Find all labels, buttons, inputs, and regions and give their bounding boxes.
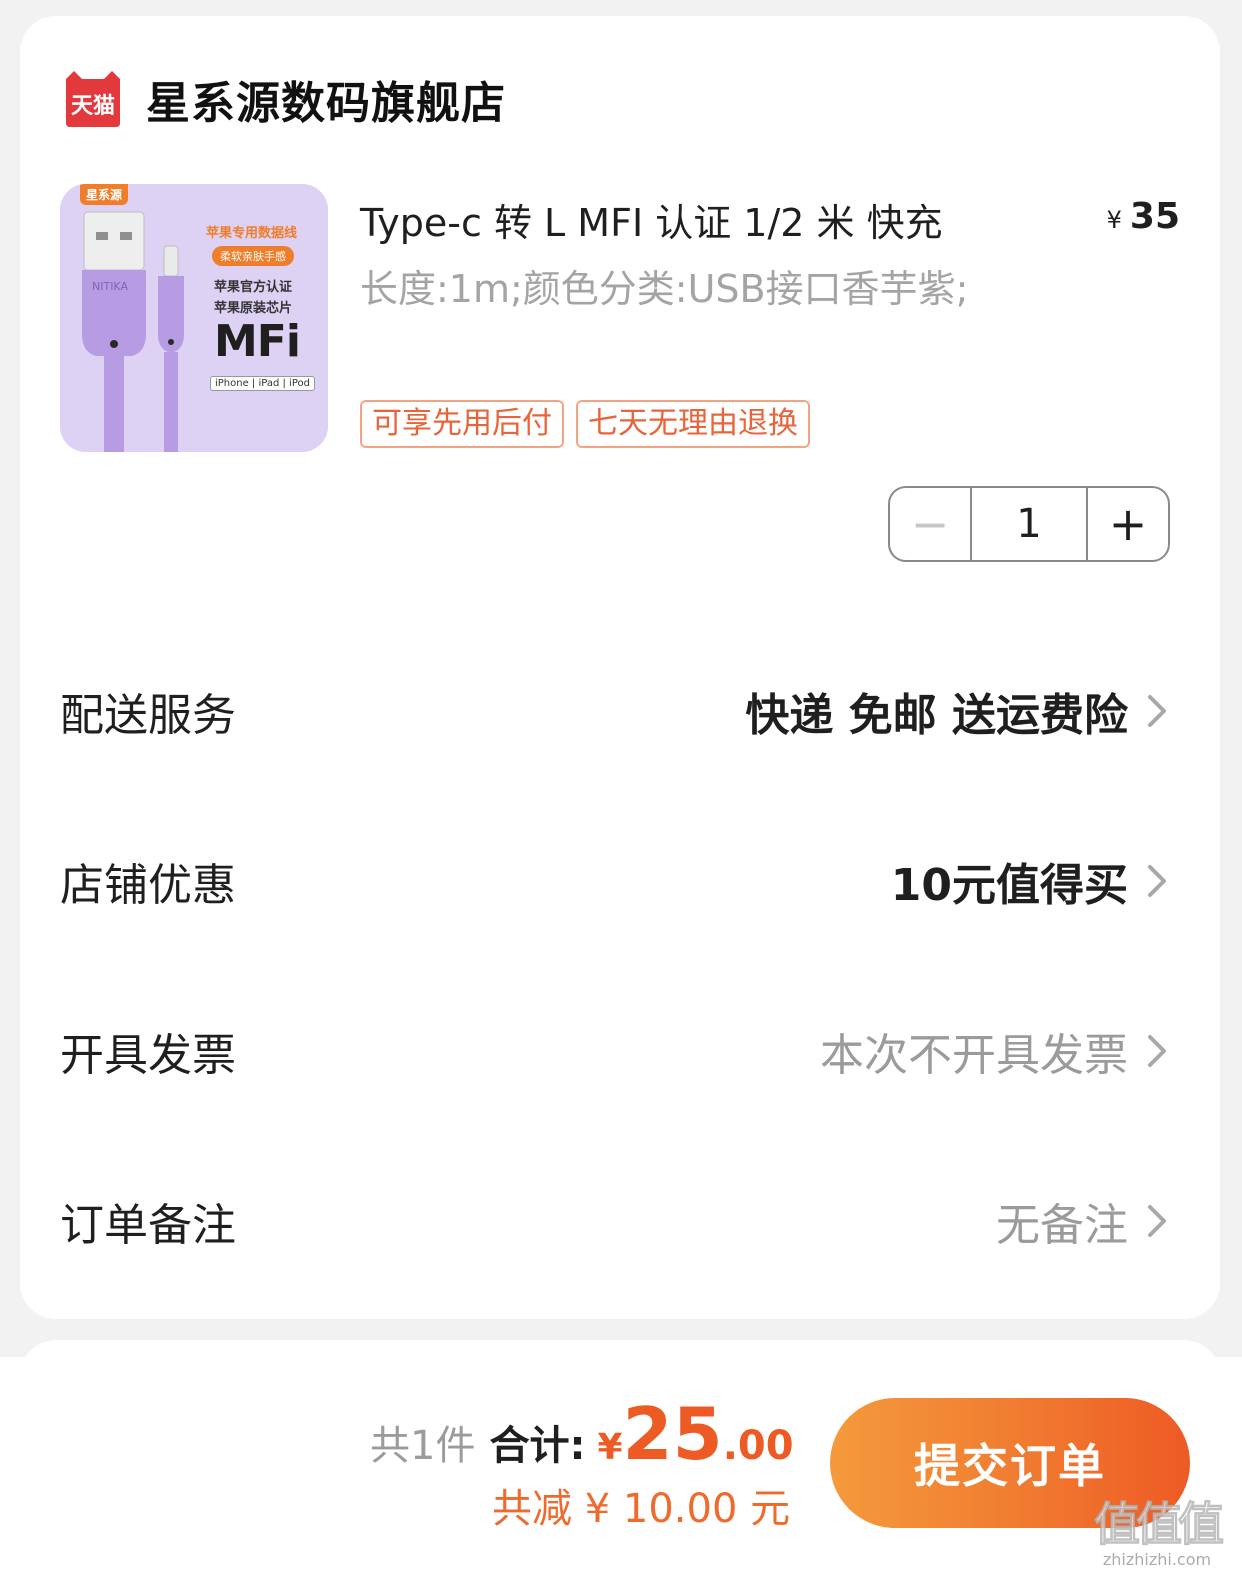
product-spec[interactable]: 长度:1m;颜色分类:USB接口香芋紫; (360, 256, 980, 322)
tag-pay-later: 可享先用后付 (360, 400, 564, 448)
row-right: 快递 免邮 送运费险 (745, 679, 1170, 743)
thumb-brand-label: 星系源 (80, 184, 129, 205)
tmall-logo-text: 天猫 (70, 94, 115, 119)
row-label: 店铺优惠 (60, 860, 236, 911)
total-currency: ¥ (597, 1427, 623, 1468)
quantity-increase-button[interactable]: + (1086, 488, 1168, 560)
chevron-right-icon (1148, 695, 1166, 727)
total-label: 合计: (489, 1423, 586, 1469)
row-value: 快递 免邮 送运费险 (745, 690, 1128, 741)
total-integer: 25 (622, 1392, 723, 1476)
item-count: 共1件 (370, 1423, 476, 1469)
row-label: 开具发票 (60, 1030, 236, 1081)
thumb-chip-text: 苹果原装芯片 (214, 301, 293, 316)
row-right: 本次不开具发票 (820, 1019, 1170, 1083)
product-item: 星系源 NITIKA 苹果专用数据线 柔软亲肤手感 苹果官方认证 苹果原装芯片 … (60, 184, 1180, 484)
row-shop-discount[interactable]: 店铺优惠 10元值得买 (60, 846, 1170, 916)
quantity-stepper: − 1 + (888, 486, 1170, 562)
thumb-mfi-text: MFi (214, 316, 301, 367)
order-total: 共1件 合计: ¥ 25 .00 (370, 1392, 794, 1476)
chevron-right-icon (1148, 865, 1166, 897)
watermark: 值值值 zhizhizhi.com (1082, 1488, 1232, 1578)
chevron-right-icon (1148, 1205, 1166, 1237)
shop-header[interactable]: 天猫 星系源数码旗舰店 (60, 68, 506, 130)
row-order-note[interactable]: 订单备注 无备注 (60, 1186, 1170, 1256)
row-label: 配送服务 (60, 690, 236, 741)
shop-name[interactable]: 星系源数码旗舰店 (146, 67, 506, 131)
price-currency: ¥ (1106, 206, 1122, 234)
watermark-logo: 值值值 (1094, 1497, 1225, 1552)
product-price: ¥35 (1107, 196, 1180, 237)
row-invoice[interactable]: 开具发票 本次不开具发票 (60, 1016, 1170, 1086)
thumb-headline: 苹果专用数据线 (206, 226, 298, 241)
price-value: 35 (1129, 196, 1180, 237)
order-card: 天猫 星系源数码旗舰店 星系源 NITIKA 苹果专用数据线 柔软亲肤手感 苹果… (20, 16, 1220, 1319)
discount-summary: 共减 ¥ 10.00 元 (492, 1486, 791, 1532)
quantity-decrease-button[interactable]: − (890, 488, 972, 560)
row-right: 无备注 (996, 1189, 1170, 1253)
total-decimal: .00 (722, 1423, 794, 1469)
row-right: 10元值得买 (891, 849, 1170, 913)
row-value: 本次不开具发票 (820, 1030, 1128, 1081)
chevron-right-icon (1148, 1035, 1166, 1067)
thumb-pill: 柔软亲肤手感 (212, 246, 294, 266)
product-tags: 可享先用后付 七天无理由退换 (360, 400, 810, 448)
thumb-cable-brand: NITIKA (92, 280, 128, 293)
row-delivery[interactable]: 配送服务 快递 免邮 送运费险 (60, 676, 1170, 746)
row-label: 订单备注 (60, 1200, 236, 1251)
quantity-value[interactable]: 1 (972, 488, 1086, 560)
product-image[interactable]: 星系源 NITIKA 苹果专用数据线 柔软亲肤手感 苹果官方认证 苹果原装芯片 … (60, 184, 328, 452)
row-value: 10元值得买 (890, 860, 1128, 911)
row-value: 无备注 (996, 1200, 1128, 1251)
thumb-cert-text: 苹果官方认证 (214, 280, 293, 295)
product-title[interactable]: Type-c 转 L MFI 认证 1/2 米 快充 (360, 192, 943, 247)
watermark-url: zhizhizhi.com (1102, 1550, 1212, 1569)
tag-seven-day-return: 七天无理由退换 (576, 400, 810, 448)
thumb-compat-badge: iPhone | iPad | iPod (210, 376, 315, 391)
tmall-logo-icon: 天猫 (60, 71, 126, 127)
